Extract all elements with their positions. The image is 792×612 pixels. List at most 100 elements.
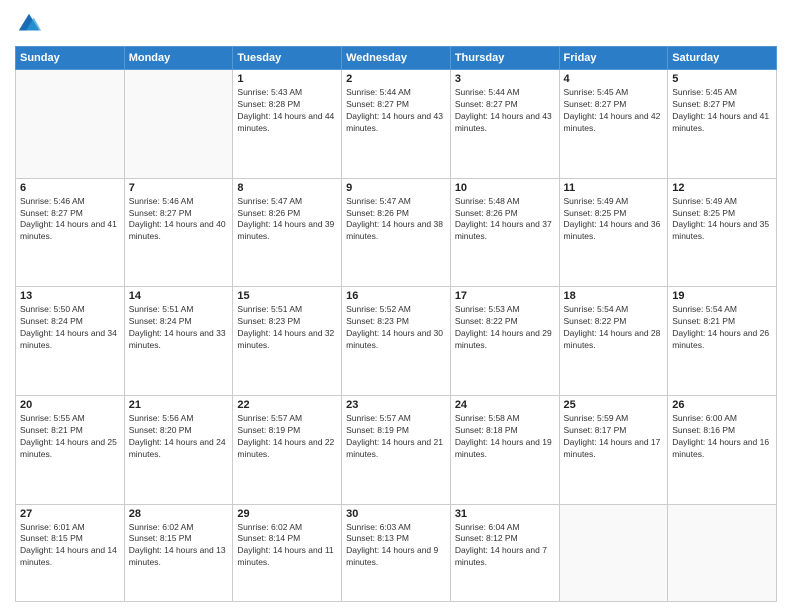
calendar-table: SundayMondayTuesdayWednesdayThursdayFrid… bbox=[15, 46, 777, 602]
day-number: 12 bbox=[672, 182, 772, 194]
day-number: 10 bbox=[455, 182, 555, 194]
day-info: Sunrise: 6:03 AMSunset: 8:13 PMDaylight:… bbox=[346, 522, 446, 570]
header bbox=[15, 10, 777, 38]
day-info: Sunrise: 5:46 AMSunset: 8:27 PMDaylight:… bbox=[129, 196, 229, 244]
day-number: 14 bbox=[129, 290, 229, 302]
calendar-cell: 10 Sunrise: 5:48 AMSunset: 8:26 PMDayligh… bbox=[450, 178, 559, 287]
calendar-week-4: 20Sunrise: 5:55 AMSunset: 8:21 PMDayligh… bbox=[16, 395, 777, 504]
day-number: 25 bbox=[564, 399, 664, 411]
calendar-cell: 22 Sunrise: 5:57 AMSunset: 8:19 PMDayligh… bbox=[233, 395, 342, 504]
day-number: 18 bbox=[564, 290, 664, 302]
day-info: Sunrise: 5:55 AMSunset: 8:21 PMDaylight:… bbox=[20, 413, 120, 461]
day-number: 9 bbox=[346, 182, 446, 194]
day-number: 22 bbox=[237, 399, 337, 411]
day-info: Sunrise: 5:45 AMSunset: 8:27 PMDaylight:… bbox=[672, 87, 772, 135]
col-header-tuesday: Tuesday bbox=[233, 47, 342, 70]
calendar-cell: 23 Sunrise: 5:57 AMSunset: 8:19 PMDayligh… bbox=[342, 395, 451, 504]
col-header-saturday: Saturday bbox=[668, 47, 777, 70]
day-number: 30 bbox=[346, 508, 446, 520]
calendar-cell: 31 Sunrise: 6:04 AMSunset: 8:12 PMDayligh… bbox=[450, 504, 559, 602]
col-header-thursday: Thursday bbox=[450, 47, 559, 70]
page: SundayMondayTuesdayWednesdayThursdayFrid… bbox=[0, 0, 792, 612]
day-info: Sunrise: 5:50 AMSunset: 8:24 PMDaylight:… bbox=[20, 304, 120, 352]
calendar-cell: 13 Sunrise: 5:50 AMSunset: 8:24 PMDayligh… bbox=[16, 287, 125, 396]
calendar-cell: 6 Sunrise: 5:46 AMSunset: 8:27 PMDaylight… bbox=[16, 178, 125, 287]
calendar-cell bbox=[124, 70, 233, 179]
day-info: Sunrise: 6:04 AMSunset: 8:12 PMDaylight:… bbox=[455, 522, 555, 570]
day-number: 15 bbox=[237, 290, 337, 302]
day-info: Sunrise: 6:02 AMSunset: 8:14 PMDaylight:… bbox=[237, 522, 337, 570]
calendar-cell: 26Sunrise: 6:00 AMSunset: 8:16 PMDayligh… bbox=[668, 395, 777, 504]
calendar-cell: 11Sunrise: 5:49 AMSunset: 8:25 PMDayligh… bbox=[559, 178, 668, 287]
day-number: 7 bbox=[129, 182, 229, 194]
calendar-cell: 12Sunrise: 5:49 AMSunset: 8:25 PMDayligh… bbox=[668, 178, 777, 287]
day-number: 29 bbox=[237, 508, 337, 520]
calendar-cell: 29 Sunrise: 6:02 AMSunset: 8:14 PMDayligh… bbox=[233, 504, 342, 602]
day-info: Sunrise: 6:01 AMSunset: 8:15 PMDaylight:… bbox=[20, 522, 120, 570]
col-header-wednesday: Wednesday bbox=[342, 47, 451, 70]
calendar-week-1: 1 Sunrise: 5:43 AMSunset: 8:28 PMDaylight… bbox=[16, 70, 777, 179]
col-header-friday: Friday bbox=[559, 47, 668, 70]
day-number: 6 bbox=[20, 182, 120, 194]
calendar-cell: 19 Sunrise: 5:54 AMSunset: 8:21 PMDayligh… bbox=[668, 287, 777, 396]
day-number: 21 bbox=[129, 399, 229, 411]
calendar-cell bbox=[668, 504, 777, 602]
day-info: Sunrise: 5:52 AMSunset: 8:23 PMDaylight:… bbox=[346, 304, 446, 352]
col-header-monday: Monday bbox=[124, 47, 233, 70]
day-info: Sunrise: 5:46 AMSunset: 8:27 PMDaylight:… bbox=[20, 196, 120, 244]
day-number: 2 bbox=[346, 73, 446, 85]
day-info: Sunrise: 5:44 AMSunset: 8:27 PMDaylight:… bbox=[346, 87, 446, 135]
logo-icon bbox=[15, 10, 43, 38]
day-number: 23 bbox=[346, 399, 446, 411]
day-number: 11 bbox=[564, 182, 664, 194]
day-info: Sunrise: 5:56 AMSunset: 8:20 PMDaylight:… bbox=[129, 413, 229, 461]
calendar-cell: 25 Sunrise: 5:59 AMSunset: 8:17 PMDayligh… bbox=[559, 395, 668, 504]
day-number: 17 bbox=[455, 290, 555, 302]
day-info: Sunrise: 5:57 AMSunset: 8:19 PMDaylight:… bbox=[346, 413, 446, 461]
calendar-cell bbox=[16, 70, 125, 179]
day-info: Sunrise: 5:54 AMSunset: 8:22 PMDaylight:… bbox=[564, 304, 664, 352]
day-info: Sunrise: 5:48 AMSunset: 8:26 PMDaylight:… bbox=[455, 196, 555, 244]
day-info: Sunrise: 5:47 AMSunset: 8:26 PMDaylight:… bbox=[237, 196, 337, 244]
day-number: 3 bbox=[455, 73, 555, 85]
day-info: Sunrise: 5:54 AMSunset: 8:21 PMDaylight:… bbox=[672, 304, 772, 352]
calendar-cell: 15Sunrise: 5:51 AMSunset: 8:23 PMDayligh… bbox=[233, 287, 342, 396]
calendar-cell: 14 Sunrise: 5:51 AMSunset: 8:24 PMDayligh… bbox=[124, 287, 233, 396]
calendar-cell: 28 Sunrise: 6:02 AMSunset: 8:15 PMDayligh… bbox=[124, 504, 233, 602]
day-info: Sunrise: 5:53 AMSunset: 8:22 PMDaylight:… bbox=[455, 304, 555, 352]
day-info: Sunrise: 5:57 AMSunset: 8:19 PMDaylight:… bbox=[237, 413, 337, 461]
day-number: 8 bbox=[237, 182, 337, 194]
calendar-cell: 4 Sunrise: 5:45 AMSunset: 8:27 PMDaylight… bbox=[559, 70, 668, 179]
day-number: 13 bbox=[20, 290, 120, 302]
calendar-cell bbox=[559, 504, 668, 602]
day-number: 24 bbox=[455, 399, 555, 411]
calendar-cell: 30 Sunrise: 6:03 AMSunset: 8:13 PMDayligh… bbox=[342, 504, 451, 602]
logo bbox=[15, 10, 47, 38]
day-info: Sunrise: 5:51 AMSunset: 8:24 PMDaylight:… bbox=[129, 304, 229, 352]
day-number: 16 bbox=[346, 290, 446, 302]
day-info: Sunrise: 5:59 AMSunset: 8:17 PMDaylight:… bbox=[564, 413, 664, 461]
calendar-cell: 9Sunrise: 5:47 AMSunset: 8:26 PMDaylight… bbox=[342, 178, 451, 287]
calendar-cell: 5Sunrise: 5:45 AMSunset: 8:27 PMDaylight… bbox=[668, 70, 777, 179]
day-info: Sunrise: 5:45 AMSunset: 8:27 PMDaylight:… bbox=[564, 87, 664, 135]
calendar-cell: 3 Sunrise: 5:44 AMSunset: 8:27 PMDaylight… bbox=[450, 70, 559, 179]
day-info: Sunrise: 5:58 AMSunset: 8:18 PMDaylight:… bbox=[455, 413, 555, 461]
day-info: Sunrise: 5:44 AMSunset: 8:27 PMDaylight:… bbox=[455, 87, 555, 135]
calendar-cell: 1 Sunrise: 5:43 AMSunset: 8:28 PMDaylight… bbox=[233, 70, 342, 179]
calendar-cell: 18 Sunrise: 5:54 AMSunset: 8:22 PMDayligh… bbox=[559, 287, 668, 396]
calendar-week-2: 6 Sunrise: 5:46 AMSunset: 8:27 PMDaylight… bbox=[16, 178, 777, 287]
calendar-cell: 17 Sunrise: 5:53 AMSunset: 8:22 PMDayligh… bbox=[450, 287, 559, 396]
day-number: 31 bbox=[455, 508, 555, 520]
day-number: 4 bbox=[564, 73, 664, 85]
col-header-sunday: Sunday bbox=[16, 47, 125, 70]
day-info: Sunrise: 5:43 AMSunset: 8:28 PMDaylight:… bbox=[237, 87, 337, 135]
calendar-cell: 16 Sunrise: 5:52 AMSunset: 8:23 PMDayligh… bbox=[342, 287, 451, 396]
day-number: 19 bbox=[672, 290, 772, 302]
day-number: 1 bbox=[237, 73, 337, 85]
calendar-week-5: 27Sunrise: 6:01 AMSunset: 8:15 PMDayligh… bbox=[16, 504, 777, 602]
day-number: 28 bbox=[129, 508, 229, 520]
day-info: Sunrise: 6:00 AMSunset: 8:16 PMDaylight:… bbox=[672, 413, 772, 461]
day-info: Sunrise: 6:02 AMSunset: 8:15 PMDaylight:… bbox=[129, 522, 229, 570]
calendar-week-3: 13 Sunrise: 5:50 AMSunset: 8:24 PMDayligh… bbox=[16, 287, 777, 396]
calendar-cell: 8 Sunrise: 5:47 AMSunset: 8:26 PMDaylight… bbox=[233, 178, 342, 287]
